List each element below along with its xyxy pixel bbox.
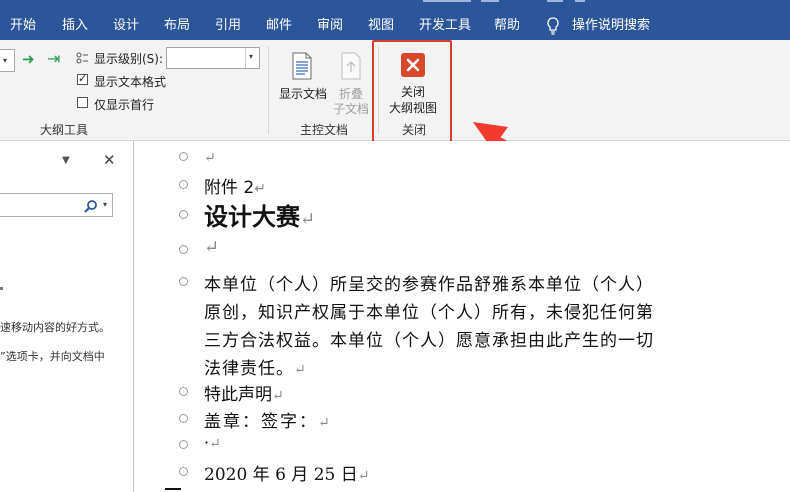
outline-paragraph-line[interactable]: 原创，知识产权属于本单位（个人）所有，未侵犯任何第	[204, 298, 654, 323]
tab-references[interactable]: 引用	[215, 18, 241, 34]
outline-bullet[interactable]	[179, 387, 188, 396]
outline-paragraph-line[interactable]: 法律责任。↵	[204, 354, 307, 379]
show-level-select[interactable]: ▾	[166, 47, 260, 69]
outline-heading[interactable]: 设计大赛↵	[204, 197, 315, 232]
collapse-label-line2: 子文档	[333, 102, 370, 116]
document-area: ↵ 附件 2↵ 设计大赛↵ ↵ 本单位（个人）所呈交的参赛作品舒雅系本单位（个人…	[134, 141, 790, 492]
tab-mailings[interactable]: 邮件	[266, 18, 292, 34]
outline-tools-group-label: 大纲工具	[40, 123, 89, 137]
ribbon-separator	[268, 46, 269, 134]
navigation-pane: ▼ ✕ ▾ 速移动内容的好方式。 ”选项卡，并向文档中	[0, 141, 134, 492]
outline-bullet[interactable]	[179, 152, 188, 161]
close-pane-icon[interactable]: ✕	[103, 151, 116, 169]
show-text-format-checkbox[interactable]: ✓	[77, 72, 88, 85]
tab-help[interactable]: 帮助	[494, 18, 520, 34]
title-bar-fragment	[423, 0, 643, 6]
promote-arrow-icon[interactable]: ➜	[22, 50, 35, 68]
chevron-down-icon[interactable]: ▾	[103, 200, 107, 209]
tab-home[interactable]: 开始	[10, 18, 36, 34]
pane-fragment-mark	[0, 287, 3, 290]
tab-insert[interactable]: 插入	[62, 18, 88, 34]
tab-review[interactable]: 审阅	[317, 18, 343, 34]
tab-layout[interactable]: 布局	[164, 18, 190, 34]
demote-to-body-icon[interactable]: ⇥	[47, 49, 60, 68]
outline-bullet[interactable]	[179, 414, 188, 423]
show-first-line-label: 仅显示首行	[94, 98, 155, 112]
show-level-dropdown-button[interactable]: ▾	[245, 48, 259, 68]
outline-line[interactable]: 特此声明↵	[204, 380, 284, 405]
outline-line[interactable]: 2020 年 6 月 25 日↵	[204, 460, 369, 485]
outline-line[interactable]: ↵	[204, 237, 219, 258]
outline-line[interactable]: ·↵	[204, 433, 221, 452]
outline-bullet[interactable]	[179, 440, 188, 449]
show-level-icon	[76, 50, 89, 64]
show-text-format-label: 显示文本格式	[94, 75, 167, 89]
pane-help-text-2: ”选项卡，并向文档中	[0, 350, 105, 363]
outline-paragraph-line[interactable]: 本单位（个人）所呈交的参赛作品舒雅系本单位（个人）	[204, 270, 654, 295]
tab-design[interactable]: 设计	[113, 18, 139, 34]
checkmark-icon: ✓	[78, 72, 88, 85]
outline-bullet[interactable]	[179, 245, 188, 254]
outline-bullet[interactable]	[179, 277, 188, 286]
chevron-down-icon: ▾	[3, 56, 8, 65]
pane-search-input[interactable]: ▾	[0, 193, 113, 217]
tab-view[interactable]: 视图	[368, 18, 394, 34]
pane-options-icon[interactable]: ▼	[62, 155, 70, 166]
tab-developer[interactable]: 开发工具	[419, 18, 471, 34]
show-level-label: 显示级别(S):	[94, 52, 164, 66]
show-first-line-checkbox[interactable]	[77, 97, 88, 108]
lightbulb-icon[interactable]	[546, 17, 560, 35]
outline-bullet[interactable]	[179, 467, 188, 476]
show-document-icon[interactable]	[290, 52, 314, 80]
outline-bullet[interactable]	[179, 180, 188, 189]
level-dropdown-fragment[interactable]: ▾	[0, 49, 15, 72]
show-document-button[interactable]: 显示文档	[279, 85, 327, 102]
pane-help-text-1: 速移动内容的好方式。	[0, 321, 110, 334]
search-icon[interactable]	[84, 198, 98, 213]
master-document-group-label: 主控文档	[300, 123, 349, 137]
menu-bar: 开始 插入 设计 布局 引用 邮件 审阅 视图 开发工具 帮助 操作说明搜索	[0, 0, 790, 40]
chevron-down-icon: ▾	[249, 52, 254, 61]
highlight-box	[372, 40, 452, 148]
text-cursor	[165, 488, 181, 490]
outline-line[interactable]: 附件 2↵	[204, 173, 266, 198]
outline-bullet[interactable]	[179, 210, 188, 219]
outline-line[interactable]: ↵	[204, 147, 216, 166]
outline-paragraph-line[interactable]: 三方合法权益。本单位（个人）愿意承担由此产生的一切	[204, 326, 654, 351]
collapse-subdocuments-icon	[340, 52, 362, 80]
tell-me-search[interactable]: 操作说明搜索	[572, 18, 650, 34]
outline-line[interactable]: 盖章：签字：↵	[204, 407, 332, 432]
